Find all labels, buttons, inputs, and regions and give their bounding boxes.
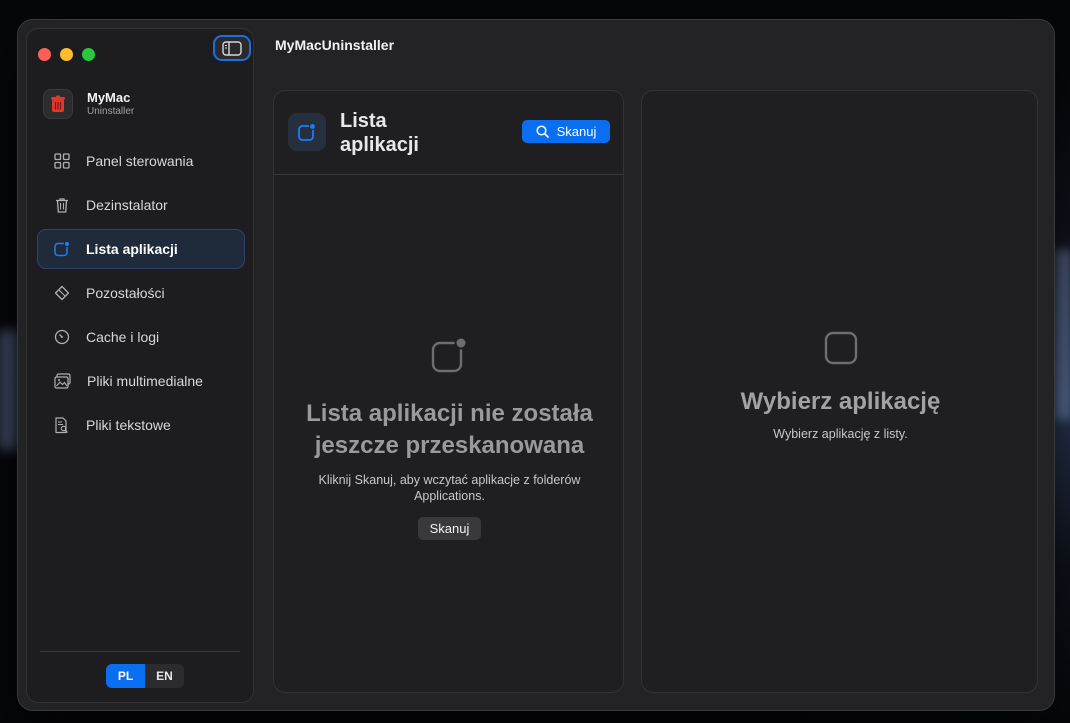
red-trash-logo-icon [51,95,65,112]
language-option-pl[interactable]: PL [106,664,145,688]
app-window: MyMac Uninstaller Panel sterowania Dezin… [17,19,1055,711]
app-detail-panel: Wybierz aplikację Wybierz aplikację z li… [641,90,1038,693]
sidebar-item-label: Pozostałości [86,285,165,301]
sidebar-nav: Panel sterowania Dezinstalator Lista apl… [37,141,245,449]
sidebar-toggle-button[interactable] [213,35,251,61]
grid-icon [54,153,70,169]
sidebar-item-label: Dezinstalator [86,197,168,213]
language-option-en[interactable]: EN [145,664,184,688]
brand-subtitle: Uninstaller [87,106,135,117]
eraser-icon [54,285,70,301]
sidebar-item-label: Pliki tekstowe [86,417,171,433]
document-search-icon [55,416,68,433]
trash-icon [56,198,68,213]
sidebar-divider [40,651,240,652]
detail-empty-state: Wybierz aplikację Wybierz aplikację z li… [642,331,1039,442]
app-list-panel: Lista aplikacji Skanuj Lista aplikacji n… [273,90,624,693]
app-list-icon [54,241,70,257]
sidebar-item-cache-i-logi[interactable]: Cache i logi [37,317,245,357]
detail-empty-description: Wybierz aplikację z listy. [773,427,908,441]
brand-name: MyMac [87,90,131,105]
minimize-window-button[interactable] [60,48,73,61]
scan-button-label: Skanuj [556,124,597,139]
photos-icon [54,373,71,389]
sidebar-item-label: Pliki multimedialne [87,373,203,389]
empty-state-description: Kliknij Skanuj, aby wczytać aplikacje z … [318,473,581,503]
app-placeholder-icon [824,331,857,365]
app-list-header-icon [288,113,326,151]
gauge-icon [54,329,70,345]
empty-state-scan-button[interactable]: Skanuj [417,517,482,540]
sidebar-item-pliki-tekstowe[interactable]: Pliki tekstowe [37,405,245,445]
scan-button[interactable]: Skanuj [522,120,610,143]
brand: MyMac Uninstaller [43,89,134,119]
sidebar-item-dezinstalator[interactable]: Dezinstalator [37,185,245,225]
sidebar-item-label: Panel sterowania [86,153,194,169]
detail-empty-title: Wybierz aplikację [740,388,941,415]
sidebar-item-lista-aplikacji[interactable]: Lista aplikacji [37,229,245,269]
search-icon [536,125,549,138]
app-logo [43,89,73,119]
panel-title: Lista aplikacji [340,110,419,156]
sidebar: MyMac Uninstaller Panel sterowania Dezin… [26,28,254,703]
window-title: MyMacUninstaller [275,37,395,53]
sidebar-item-label: Lista aplikacji [86,241,178,257]
app-list-header: Lista aplikacji Skanuj [274,91,623,175]
app-list-placeholder-icon [431,337,467,373]
close-window-button[interactable] [38,48,51,61]
sidebar-item-panel-sterowania[interactable]: Panel sterowania [37,141,245,181]
app-list-empty-state: Lista aplikacji nie została jeszcze prze… [274,337,625,540]
empty-state-title: Lista aplikacji nie została jeszcze prze… [306,400,593,459]
zoom-window-button[interactable] [82,48,95,61]
window-controls [38,48,95,61]
sidebar-icon [222,40,242,56]
sidebar-item-label: Cache i logi [86,329,160,345]
sidebar-item-pliki-multimedialne[interactable]: Pliki multimedialne [37,361,245,401]
language-switcher: PL EN [106,664,184,688]
sidebar-item-pozostalosci[interactable]: Pozostałości [37,273,245,313]
app-list-icon [298,122,317,141]
